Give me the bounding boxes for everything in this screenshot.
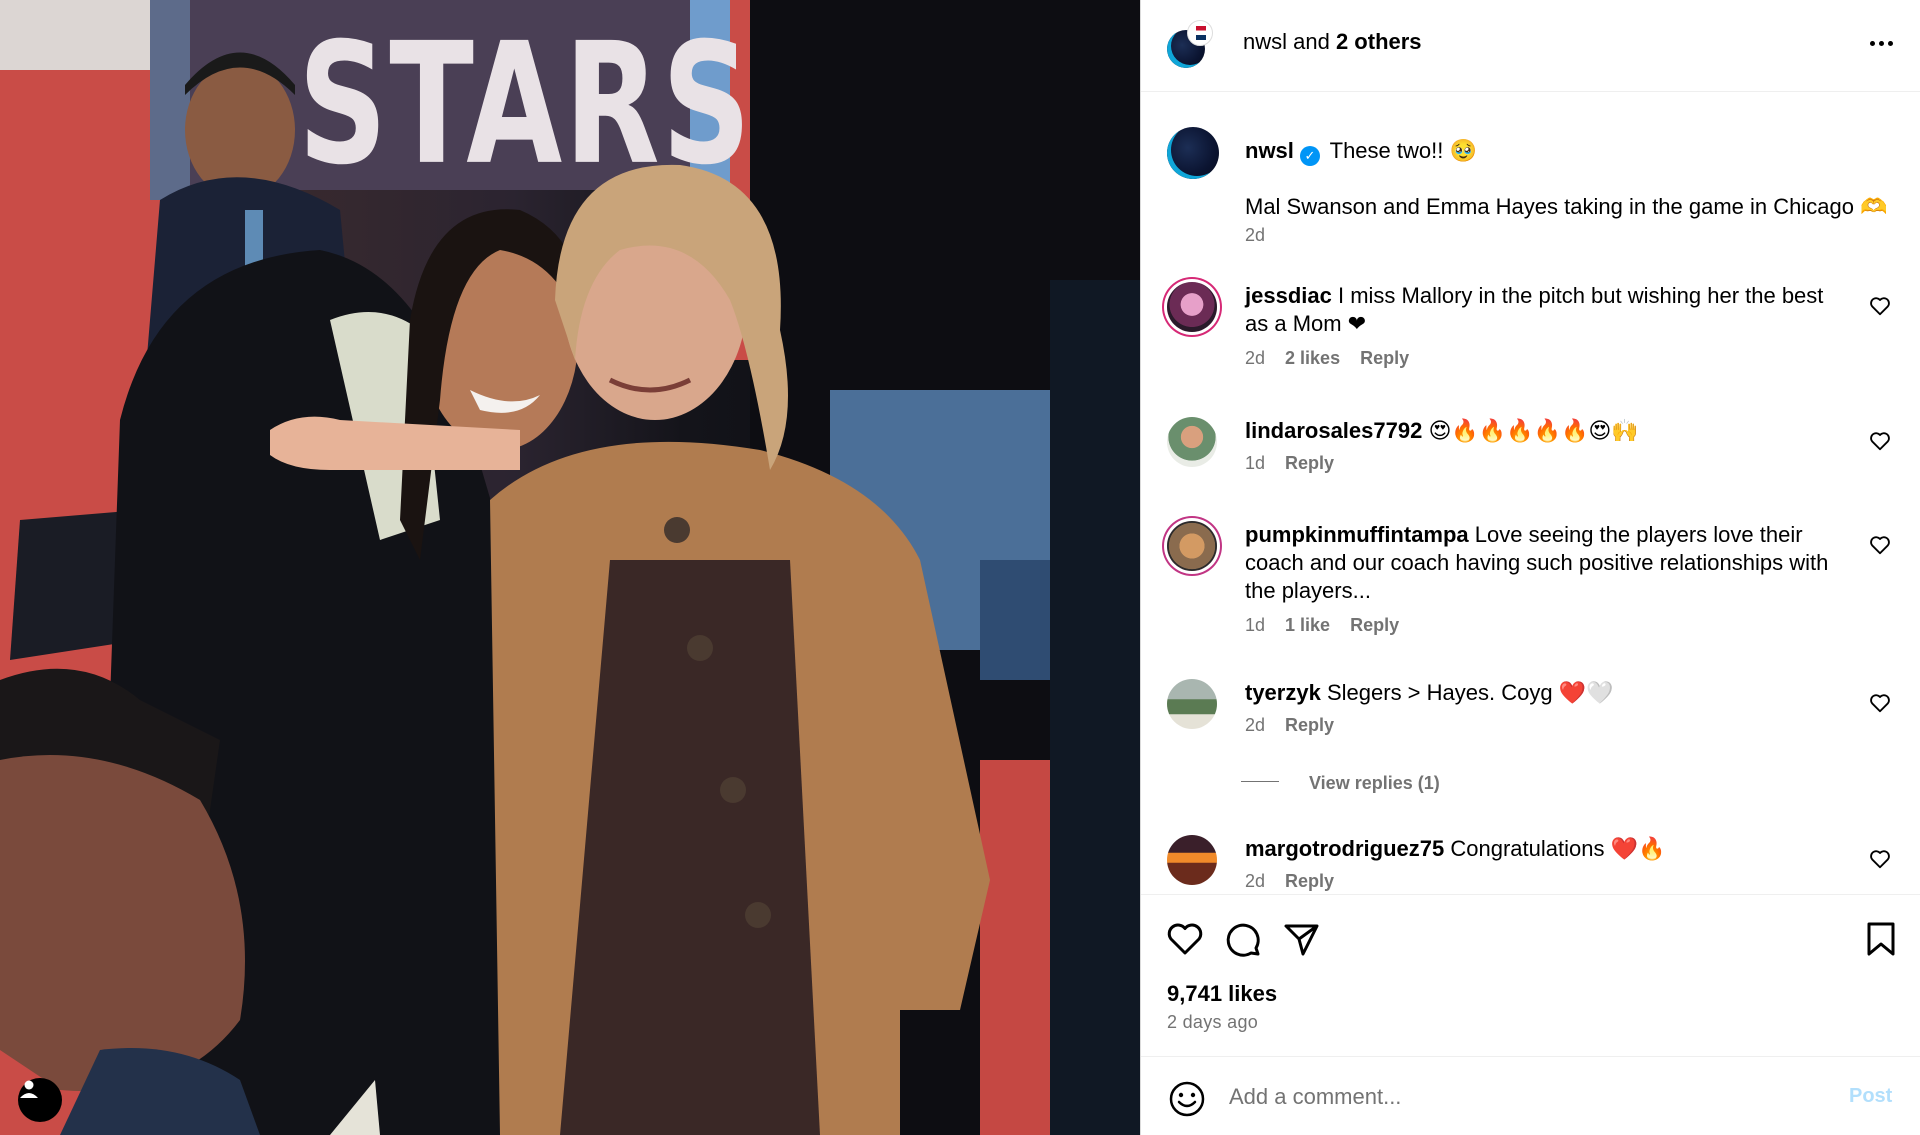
view-replies-button[interactable]: View replies (1) [1249, 773, 1440, 794]
caption-text: nwsl ✓ These two!! 🥹 [1245, 137, 1905, 166]
comment-avatar[interactable] [1167, 417, 1217, 467]
us-soccer-crest-icon [1196, 26, 1206, 40]
post-button[interactable]: Post [1849, 1085, 1892, 1108]
verified-icon: ✓ [1299, 146, 1320, 166]
comment-time: 2d [1245, 871, 1266, 891]
reply-button[interactable]: Reply [1285, 715, 1334, 735]
comment-username[interactable]: margotrodriguez75 [1245, 836, 1444, 861]
reply-button[interactable]: Reply [1350, 615, 1399, 635]
comment-like-heart-icon[interactable] [1869, 430, 1891, 452]
comment-icon[interactable] [1221, 917, 1265, 961]
comment-meta: 1d Reply [1245, 453, 1354, 474]
caption-username[interactable]: nwsl [1245, 138, 1294, 163]
post-actions: 9,741 likes 2 days ago [1141, 894, 1920, 1056]
comment-body: 😍🔥🔥🔥🔥🔥😍🙌 [1428, 418, 1639, 443]
header-others[interactable]: 2 others [1336, 29, 1422, 54]
comment-input[interactable] [1229, 1079, 1809, 1115]
caption-line2: Mal Swanson and Emma Hayes taking in the… [1245, 194, 1888, 219]
user-tag-icon[interactable] [18, 1078, 62, 1122]
comment-like-heart-icon[interactable] [1869, 295, 1891, 317]
caption-line1: These two!! 🥹 [1329, 138, 1477, 163]
comment-username[interactable]: lindarosales7792 [1245, 418, 1422, 443]
caption-time: 2d [1245, 225, 1266, 245]
comment-time: 2d [1245, 715, 1266, 735]
comment-username[interactable]: pumpkinmuffintampa [1245, 522, 1469, 547]
comment-avatar[interactable] [1167, 282, 1217, 332]
collab-avatar [1187, 20, 1213, 46]
comment-meta: 2d 2 likes Reply [1245, 348, 1429, 369]
comment-meta: 1d 1 like Reply [1245, 615, 1419, 636]
emoji-icon[interactable] [1167, 1079, 1207, 1119]
comment-body: Slegers > Hayes. Coyg ❤️🤍 [1326, 680, 1614, 705]
banner-text: STARS [298, 8, 754, 203]
comment-like-heart-icon[interactable] [1869, 848, 1891, 870]
post-time: 2 days ago [1167, 1012, 1259, 1032]
comment-text: lindarosales7792 😍🔥🔥🔥🔥🔥😍🙌 [1245, 417, 1845, 445]
instagram-post-modal: STARS nwsl and 2 others nwsl ✓ These two… [0, 0, 1920, 1135]
comment-text: margotrodriguez75 Congratulations ❤️🔥 [1245, 835, 1845, 863]
comment-avatar[interactable] [1167, 835, 1217, 885]
comment-body: I miss Mallory in the pitch but wishing … [1245, 283, 1824, 336]
header-title: nwsl and 2 others [1243, 29, 1422, 55]
reply-button[interactable]: Reply [1285, 453, 1334, 473]
comment-text: pumpkinmuffintampa Love seeing the playe… [1245, 521, 1845, 605]
post-photo[interactable]: STARS [0, 0, 1140, 1135]
comment-like-heart-icon[interactable] [1869, 534, 1891, 556]
comment-username[interactable]: tyerzyk [1245, 680, 1321, 705]
add-comment-bar: Post [1141, 1056, 1920, 1135]
comment-time: 1d [1245, 615, 1266, 635]
comment-like-heart-icon[interactable] [1869, 692, 1891, 714]
post-header: nwsl and 2 others [1141, 0, 1920, 92]
comment-time: 2d [1245, 348, 1266, 368]
post-details-panel: nwsl and 2 others nwsl ✓ These two!! 🥹 Ma… [1140, 0, 1920, 1135]
comment-time: 1d [1245, 453, 1266, 473]
share-icon[interactable] [1279, 917, 1323, 961]
bookmark-icon[interactable] [1859, 917, 1903, 961]
comment-likes[interactable]: 2 likes [1285, 348, 1340, 368]
comment-body: Congratulations ❤️🔥 [1450, 836, 1666, 861]
comment-avatar[interactable] [1167, 521, 1217, 571]
likes-count[interactable]: 9,741 likes [1167, 981, 1277, 1007]
reply-button[interactable]: Reply [1285, 871, 1334, 891]
comment-text: tyerzyk Slegers > Hayes. Coyg ❤️🤍 [1245, 679, 1845, 707]
header-avatar[interactable] [1167, 20, 1213, 68]
comment-username[interactable]: jessdiac [1245, 283, 1332, 308]
more-options-icon[interactable] [1863, 30, 1899, 56]
comment-meta: 2d Reply [1245, 715, 1354, 736]
comment-meta: 2d Reply [1245, 871, 1354, 892]
like-heart-icon[interactable] [1163, 917, 1207, 961]
caption-avatar[interactable] [1167, 127, 1219, 179]
comment-text: jessdiac I miss Mallory in the pitch but… [1245, 282, 1845, 338]
comment-avatar[interactable] [1167, 679, 1217, 729]
comments-list[interactable]: nwsl ✓ These two!! 🥹 Mal Swanson and Emma… [1141, 92, 1920, 894]
reply-button[interactable]: Reply [1360, 348, 1409, 368]
header-account[interactable]: nwsl [1243, 29, 1287, 54]
comment-likes[interactable]: 1 like [1285, 615, 1330, 635]
header-joiner: and [1287, 29, 1336, 54]
